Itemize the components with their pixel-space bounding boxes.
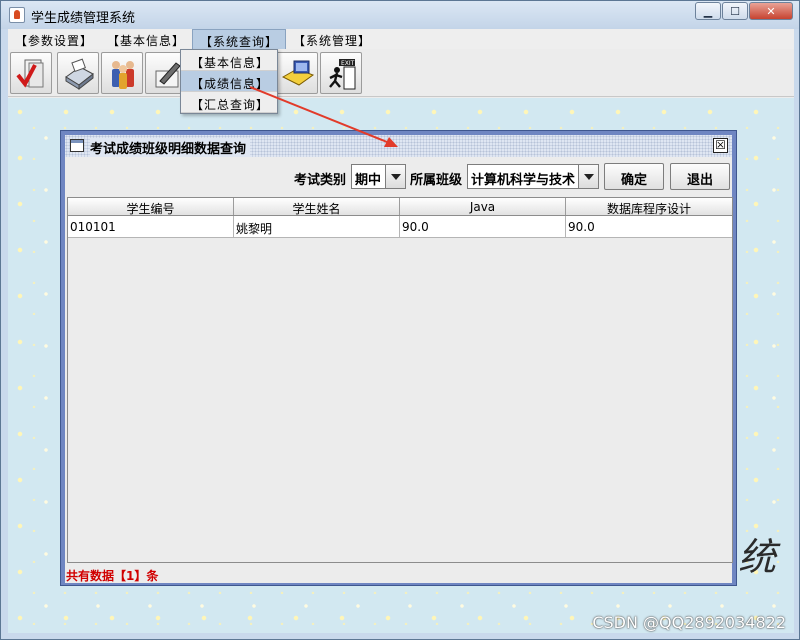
column-java[interactable]: Java <box>400 198 566 215</box>
column-student-id[interactable]: 学生编号 <box>68 198 234 216</box>
filter-bar: 考试类别 期中 所属班级 计算机科学与技术 确定 退出 <box>65 157 732 193</box>
record-count-status: 共有数据【1】条 <box>66 569 159 583</box>
java-app-icon <box>9 7 25 23</box>
system-query-dropdown: 【基本信息】 【成绩信息】 【汇总查询】 <box>180 49 278 114</box>
dropdown-item-basic-info[interactable]: 【基本信息】 <box>181 50 277 71</box>
cell-database-score[interactable]: 90.0 <box>566 216 732 237</box>
client-area: 【参数设置】 【基本信息】 【系统查询】 【系统管理】 EXIT 统 【基本信息… <box>8 29 794 633</box>
exit-icon[interactable]: EXIT <box>320 52 362 94</box>
cell-student-name[interactable]: 姚黎明 <box>234 216 400 237</box>
dialog-title-bar: 考试成绩班级明细数据查询 ☒ <box>65 135 732 157</box>
exit-icon-label: EXIT <box>341 60 355 67</box>
scores-table: 学生编号 学生姓名 Java 数据库程序设计 010101 姚黎明 90.0 9… <box>67 197 733 563</box>
column-database-programming[interactable]: 数据库程序设计 <box>566 198 732 216</box>
cell-student-id[interactable]: 010101 <box>68 216 234 237</box>
score-query-dialog: 考试成绩班级明细数据查询 ☒ 考试类别 期中 所属班级 计算机科学与技术 确定 <box>60 130 737 586</box>
cell-java-score[interactable]: 90.0 <box>400 216 566 237</box>
toolbar: EXIT <box>8 49 794 97</box>
title-bar: 学生成绩管理系统 ▁ ☐ ✕ <box>1 1 799 29</box>
dropdown-item-score-info[interactable]: 【成绩信息】 <box>181 71 277 92</box>
exam-type-select[interactable]: 期中 <box>351 164 406 189</box>
chevron-down-icon[interactable] <box>578 165 598 188</box>
close-window-button[interactable]: ✕ <box>749 2 793 20</box>
menu-bar: 【参数设置】 【基本信息】 【系统查询】 【系统管理】 <box>8 29 794 49</box>
background-title-fragment: 统 <box>738 535 777 579</box>
table-row[interactable]: 010101 姚黎明 90.0 90.0 <box>68 216 732 238</box>
main-window: 学生成绩管理系统 ▁ ☐ ✕ 【参数设置】 【基本信息】 【系统查询】 【系统管… <box>0 0 800 640</box>
chevron-down-icon[interactable] <box>385 165 405 188</box>
check-document-icon[interactable] <box>10 52 52 94</box>
maximize-button[interactable]: ☐ <box>722 2 748 20</box>
dropdown-item-summary-query[interactable]: 【汇总查询】 <box>181 92 277 113</box>
window-title: 学生成绩管理系统 <box>31 11 136 26</box>
dialog-title: 考试成绩班级明细数据查询 <box>90 138 251 157</box>
class-select[interactable]: 计算机科学与技术 <box>467 164 599 189</box>
frame-icon <box>70 139 84 152</box>
folder-computer-icon[interactable] <box>276 52 318 94</box>
menu-basic-info[interactable]: 【基本信息】 <box>100 29 192 49</box>
people-icon[interactable] <box>101 52 143 94</box>
exam-type-value: 期中 <box>355 173 382 188</box>
minimize-button[interactable]: ▁ <box>695 2 721 20</box>
menu-parameter-settings[interactable]: 【参数设置】 <box>8 29 100 49</box>
exit-button[interactable]: 退出 <box>670 163 730 190</box>
csdn-watermark: CSDN @QQ2892034822 <box>592 613 786 632</box>
dialog-close-button[interactable]: ☒ <box>713 138 728 153</box>
exam-type-label: 考试类别 <box>294 173 347 188</box>
menu-system-management[interactable]: 【系统管理】 <box>286 29 378 49</box>
dialog-body: 考试类别 期中 所属班级 计算机科学与技术 确定 退出 学生编号 学生姓名 Ja… <box>65 157 733 583</box>
confirm-button[interactable]: 确定 <box>604 163 664 190</box>
table-header: 学生编号 学生姓名 Java 数据库程序设计 <box>68 198 732 216</box>
fax-machine-icon[interactable] <box>57 52 99 94</box>
class-label: 所属班级 <box>410 173 463 188</box>
class-value: 计算机科学与技术 <box>471 173 576 188</box>
menu-system-query[interactable]: 【系统查询】 <box>192 29 287 49</box>
column-student-name[interactable]: 学生姓名 <box>234 198 400 216</box>
